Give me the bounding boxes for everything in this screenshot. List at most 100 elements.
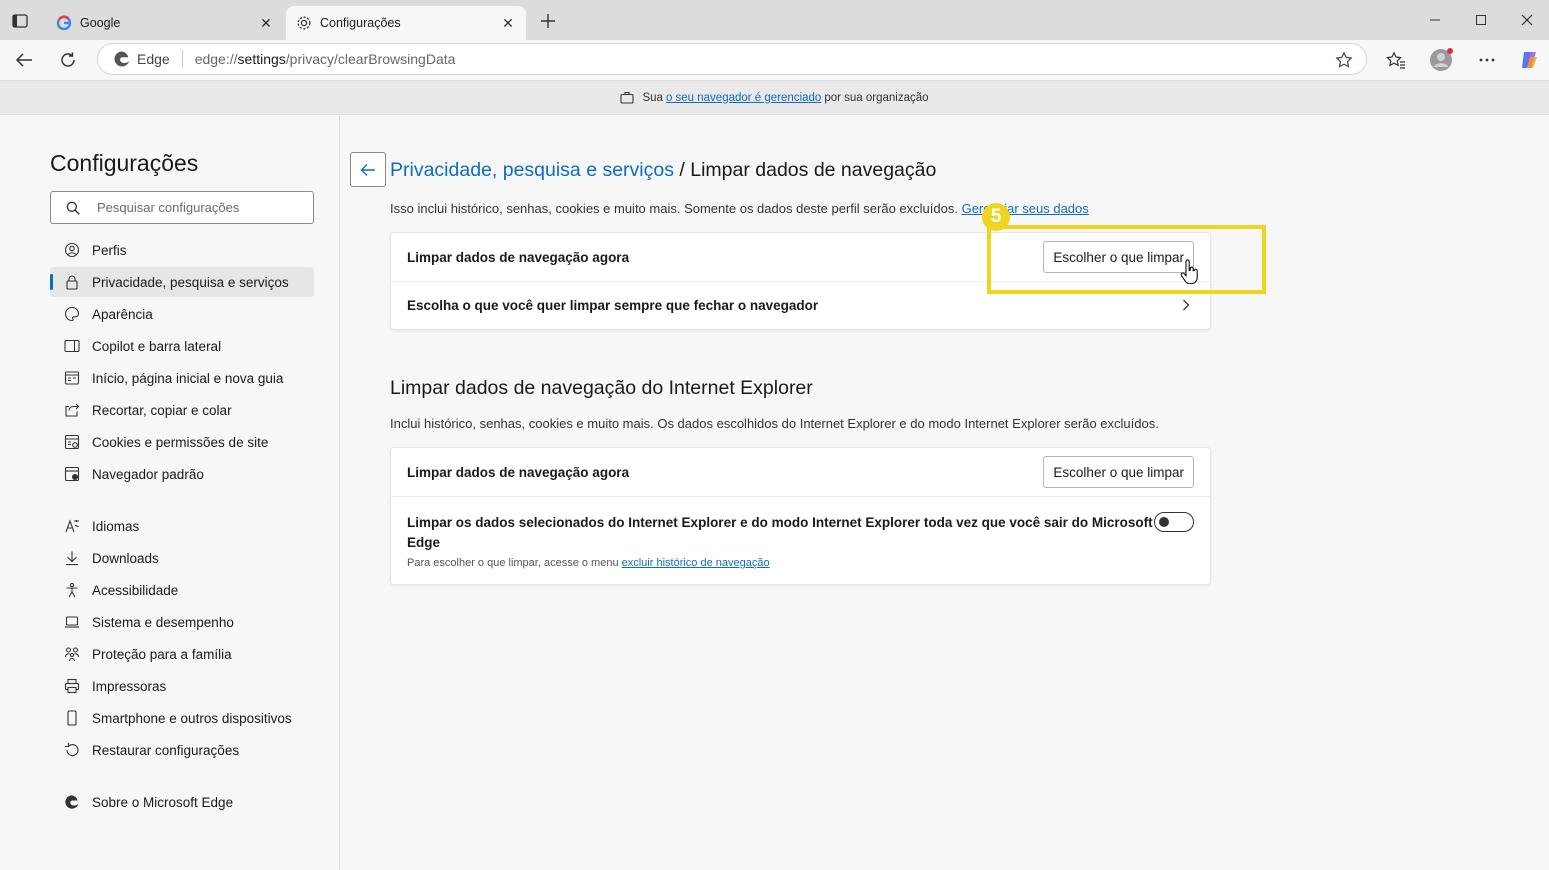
infobar-suffix: por sua organização bbox=[824, 91, 929, 104]
managed-link[interactable]: o seu navegador é gerenciado bbox=[666, 92, 821, 104]
sidebar-item-label: Copilot e barra lateral bbox=[92, 338, 222, 354]
sidebar-item-label: Sistema e desempenho bbox=[92, 614, 234, 630]
search-icon bbox=[65, 200, 81, 216]
toolbar: Edge edge://settings/privacy/clearBrowsi… bbox=[0, 40, 1549, 80]
sidebar-item-label: Restaurar configurações bbox=[92, 742, 240, 758]
address-divider bbox=[181, 50, 183, 68]
row-label-line2: Edge bbox=[407, 535, 441, 550]
page-title: Limpar dados de navegação bbox=[690, 159, 937, 181]
infobar-prefix: Sua bbox=[642, 91, 663, 104]
sidebar-item-label: Smartphone e outros dispositivos bbox=[92, 710, 292, 726]
step-badge: 5 bbox=[982, 203, 1010, 231]
sidebar-item-label: Acessibilidade bbox=[92, 582, 179, 598]
copilot-icon[interactable] bbox=[1514, 46, 1544, 74]
tab-google[interactable]: Google ✕ bbox=[46, 6, 284, 40]
close-icon[interactable]: ✕ bbox=[500, 15, 516, 31]
sidebar-item-label: Perfis bbox=[92, 242, 127, 258]
ie-clear-data-card: Limpar dados de navegação agora Escolher… bbox=[390, 447, 1211, 585]
sidebar-item-recortar[interactable]: Recortar, copiar e colar bbox=[50, 395, 314, 425]
row-label: Limpar os dados selecionados do Internet… bbox=[407, 513, 1153, 553]
ie-clear-now-row: Limpar dados de navegação agora Escolher… bbox=[391, 448, 1210, 497]
sidebar-item-sobre[interactable]: Sobre o Microsoft Edge bbox=[50, 787, 314, 817]
sidebar-item-privacidade[interactable]: Privacidade, pesquisa e serviços bbox=[50, 267, 314, 297]
sidebar-item-restaurar[interactable]: Restaurar configurações bbox=[50, 735, 314, 765]
ie-section-title: Limpar dados de navegação do Internet Ex… bbox=[390, 377, 813, 399]
sidebar-icon bbox=[64, 338, 80, 354]
cookies-icon bbox=[64, 434, 80, 450]
sidebar-item-label: Sobre o Microsoft Edge bbox=[92, 794, 234, 810]
sidebar-item-cookies[interactable]: Cookies e permissões de site bbox=[50, 427, 314, 457]
download-icon bbox=[64, 550, 80, 566]
accessibility-icon bbox=[64, 582, 80, 598]
manage-data-link[interactable]: Gerenciar seus dados bbox=[962, 201, 1089, 216]
profile-icon bbox=[64, 242, 80, 258]
sidebar-item-aparencia[interactable]: Aparência bbox=[50, 299, 314, 329]
reset-icon bbox=[64, 742, 80, 758]
settings-sidebar: Configurações Pesquisar configurações Pe… bbox=[0, 116, 340, 870]
tab-title: Configurações bbox=[320, 16, 401, 30]
search-input[interactable]: Pesquisar configurações bbox=[50, 191, 314, 224]
close-window-icon[interactable] bbox=[1504, 6, 1549, 34]
briefcase-icon bbox=[620, 91, 635, 104]
tab-actions-icon[interactable] bbox=[8, 10, 32, 32]
sidebar-item-inicio[interactable]: Início, página inicial e nova guia bbox=[50, 363, 314, 393]
appearance-icon bbox=[64, 306, 80, 322]
new-tab-icon[interactable] bbox=[537, 10, 559, 32]
back-arrow-icon bbox=[360, 163, 375, 176]
ie-clear-on-exit-toggle[interactable] bbox=[1154, 512, 1194, 532]
sidebar-item-downloads[interactable]: Downloads bbox=[50, 543, 314, 573]
maximize-icon[interactable] bbox=[1458, 6, 1504, 34]
row-label: Escolha o que você quer limpar sempre qu… bbox=[407, 298, 819, 313]
sidebar-item-label: Privacidade, pesquisa e serviços bbox=[92, 274, 289, 290]
avatar[interactable] bbox=[1426, 46, 1456, 74]
back-arrow-icon[interactable] bbox=[9, 46, 39, 74]
more-options-icon[interactable] bbox=[1472, 46, 1502, 74]
address-bar[interactable]: Edge edge://settings/privacy/clearBrowsi… bbox=[97, 43, 1367, 75]
sidebar-item-label: Idiomas bbox=[92, 518, 140, 534]
ie-row-note: Para escolher o que limpar, acesse o men… bbox=[407, 557, 770, 569]
description-text: Isso inclui histórico, senhas, cookies e… bbox=[390, 201, 958, 216]
site-label: Edge bbox=[137, 51, 170, 67]
edge-logo-icon bbox=[113, 50, 131, 68]
breadcrumb-link[interactable]: Privacidade, pesquisa e serviços bbox=[390, 159, 674, 181]
back-button[interactable] bbox=[350, 152, 386, 187]
phone-icon bbox=[64, 710, 80, 726]
sidebar-item-label: Aparência bbox=[92, 306, 153, 322]
sidebar-item-navegador-padrao[interactable]: Navegador padrão bbox=[50, 459, 314, 489]
sidebar-item-label: Recortar, copiar e colar bbox=[92, 402, 232, 418]
ie-section-description: Inclui histórico, senhas, cookies e muit… bbox=[390, 416, 1159, 431]
sidebar-item-smartphone[interactable]: Smartphone e outros dispositivos bbox=[50, 703, 314, 733]
tab-title: Google bbox=[80, 16, 121, 30]
refresh-icon[interactable] bbox=[53, 46, 83, 74]
favorites-icon[interactable] bbox=[1381, 46, 1411, 74]
laptop-icon bbox=[64, 614, 80, 630]
minimize-icon[interactable] bbox=[1412, 6, 1458, 34]
tab-bar: Google ✕ Configurações ✕ bbox=[0, 0, 1549, 40]
note-text: Para escolher o que limpar, acesse o men… bbox=[407, 557, 619, 569]
sidebar-item-label: Impressoras bbox=[92, 678, 167, 694]
lock-icon bbox=[64, 274, 80, 290]
sidebar-item-copilot[interactable]: Copilot e barra lateral bbox=[50, 331, 314, 361]
delete-history-link[interactable]: excluir histórico de navegação bbox=[622, 557, 770, 569]
sidebar-item-perfis[interactable]: Perfis bbox=[50, 235, 314, 265]
sidebar-item-label: Downloads bbox=[92, 550, 159, 566]
sidebar-item-label: Início, página inicial e nova guia bbox=[92, 370, 284, 386]
url-text: edge://settings/privacy/clearBrowsingDat… bbox=[194, 51, 456, 67]
sidebar-item-acessibilidade[interactable]: Acessibilidade bbox=[50, 575, 314, 605]
favorite-star-icon[interactable] bbox=[1334, 50, 1354, 70]
sidebar-item-familia[interactable]: Proteção para a família bbox=[50, 639, 314, 669]
search-placeholder: Pesquisar configurações bbox=[97, 200, 240, 215]
ie-choose-what-to-clear-button[interactable]: Escolher o que limpar bbox=[1043, 456, 1194, 488]
row-label-line1: Limpar os dados selecionados do Internet… bbox=[407, 515, 1153, 530]
tab-configuracoes[interactable]: Configurações ✕ bbox=[286, 6, 526, 40]
managed-browser-infobar: Sua o seu navegador é gerenciado por sua… bbox=[0, 80, 1549, 115]
sidebar-item-impressoras[interactable]: Impressoras bbox=[50, 671, 314, 701]
home-page-icon bbox=[64, 370, 80, 386]
sidebar-item-sistema[interactable]: Sistema e desempenho bbox=[50, 607, 314, 637]
toggle-knob bbox=[1159, 517, 1169, 527]
gear-icon bbox=[296, 15, 312, 31]
sidebar-item-label: Proteção para a família bbox=[92, 646, 232, 662]
close-icon[interactable]: ✕ bbox=[258, 15, 274, 31]
ie-clear-on-exit-row: Limpar os dados selecionados do Internet… bbox=[391, 497, 1210, 585]
sidebar-item-idiomas[interactable]: Idiomas bbox=[50, 511, 314, 541]
